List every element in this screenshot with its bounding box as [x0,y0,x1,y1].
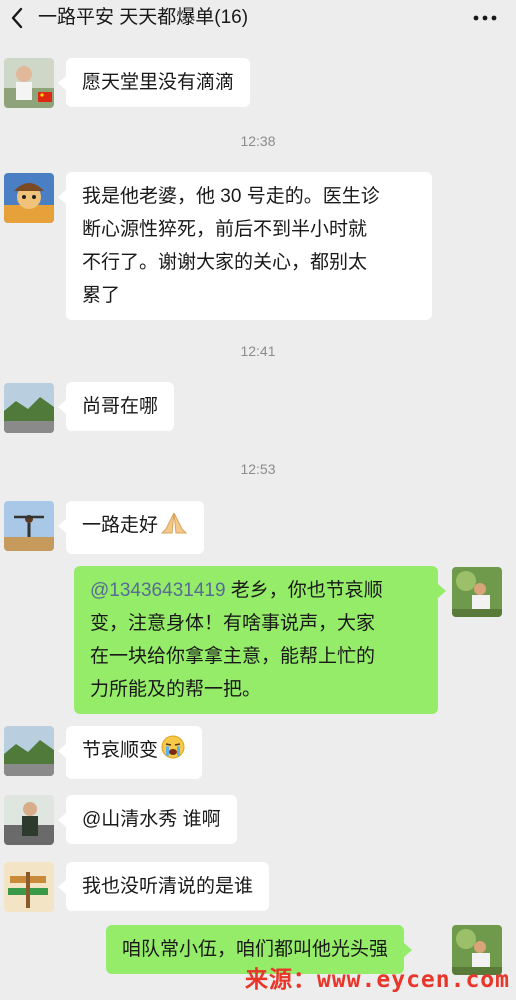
chat-title: 一路平安 天天都爆单(16) [38,7,249,28]
avatar-sender-3[interactable] [4,726,54,776]
avatar-sender-3[interactable] [4,383,54,433]
more-dots-icon[interactable] [472,8,498,28]
message-bubble[interactable]: 尚哥在哪 [57,382,175,431]
message-text: 一路走好 [82,515,159,536]
chat-header: 一路平安 天天都爆单(16) [0,0,516,40]
message-line: 累了 [82,285,121,306]
avatar-sender-4[interactable] [4,501,54,551]
message-bubble[interactable]: 愿天堂里没有滴滴 [57,58,251,107]
avatar-sender-2[interactable] [4,173,54,223]
message-text: 老乡，你也节哀顺 [225,580,383,601]
back-icon[interactable] [6,6,28,30]
message-bubble[interactable]: @山清水秀 谁啊 [58,795,237,844]
message-bubble-outgoing[interactable]: @13436431419 老乡，你也节哀顺 变，注意身体！有啥事说声，大家 在一… [74,566,446,714]
message-text: 尚哥在哪 [82,396,159,417]
message-bubble[interactable]: 我是他老婆，他 30 号走的。医生诊 断心源性猝死，前后不到半小时就 不行了。谢… [58,172,432,320]
message-line: 不行了。谢谢大家的关心，都别太 [82,252,368,273]
message-line: 变，注意身体！有啥事说声，大家 [90,613,376,634]
message-text: 咱队常小伍，咱们都叫他光头强 [122,939,389,960]
avatar-sender-5[interactable] [4,795,54,845]
mention-link[interactable]: @13436431419 [90,580,226,601]
timestamp: 12:38 [240,133,276,149]
avatar-sender-6[interactable] [4,862,54,912]
message-text: 节哀顺变 [82,740,159,761]
source-watermark: 来源：www.eycen.com [244,967,510,993]
timestamp: 12:53 [240,461,276,477]
message-line: 断心源性猝死，前后不到半小时就 [82,219,368,240]
message-line: 在一块给你拿拿主意，能帮上忙的 [90,646,376,667]
message-text: @山清水秀 谁啊 [82,809,221,830]
message-line: 我是他老婆，他 30 号走的。医生诊 [82,186,380,207]
folded-hands-emoji [160,511,188,546]
message-bubble[interactable]: 节哀顺变 [57,726,203,779]
message-text: 我也没听清说的是谁 [82,876,254,897]
message-line: 力所能及的帮一把。 [90,679,262,700]
message-bubble[interactable]: 我也没听清说的是谁 [57,862,270,911]
message-text: 愿天堂里没有滴滴 [82,72,235,93]
message-bubble[interactable]: 一路走好 [57,501,205,554]
avatar-sender-1[interactable] [4,58,54,108]
avatar-self[interactable] [452,567,502,617]
timestamp: 12:41 [240,343,276,359]
crying-face-emoji [160,734,186,771]
